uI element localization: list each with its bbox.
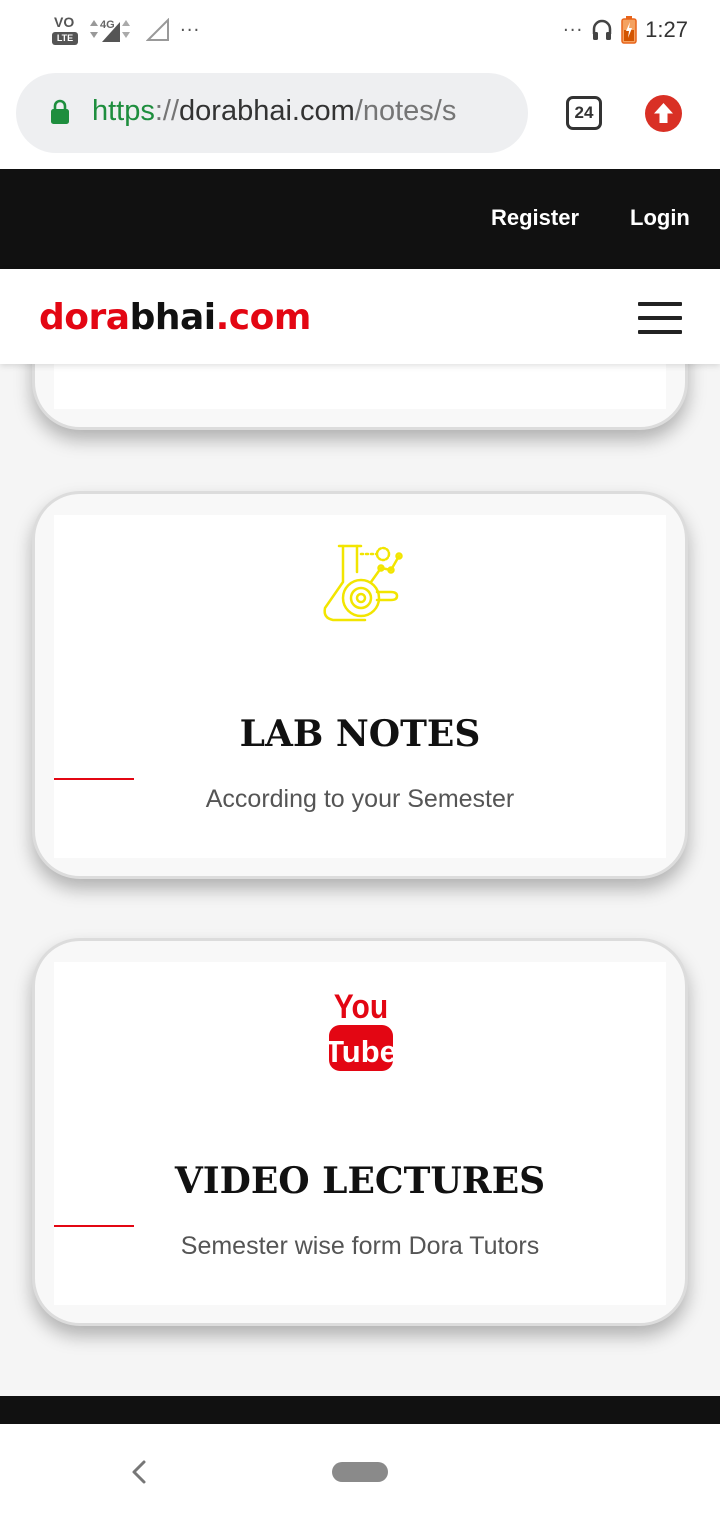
card-title: LAB NOTES [239,713,481,755]
logo-part-dora: dora [39,297,130,338]
address-bar[interactable]: https://dorabhai.com/notes/s [16,73,528,153]
system-nav-bar [0,1424,720,1520]
card-subtitle: According to your Semester [205,785,515,813]
register-link[interactable]: Register [491,205,579,231]
card-inner: You Tube VIDEO LECTURES Semester wise fo… [54,962,666,1305]
site-logo[interactable]: dorabhai.com [39,297,311,338]
card-inner [54,364,666,409]
signal-4g-icon: 4G [90,19,130,42]
tab-switcher-button[interactable]: 24 [566,96,602,130]
lab-flask-icon [323,544,403,622]
site-footer [0,1396,720,1424]
status-left: VO LTE 4G ··· [52,14,200,46]
lte-badge: LTE [52,32,78,45]
card-video-lectures[interactable]: You Tube VIDEO LECTURES Semester wise fo… [32,938,688,1326]
notification-dots: ··· [180,19,201,41]
url-text[interactable]: https://dorabhai.com/notes/s [92,95,510,131]
battery-icon [621,16,637,44]
login-link[interactable]: Login [630,205,690,231]
status-bar: VO LTE 4G ··· ··· 1:27 [0,0,720,64]
volte-label: VO [54,14,75,30]
card-subtitle: Semester wise form Dora Tutors [180,1232,540,1260]
update-icon[interactable] [645,95,682,132]
youtube-logo-you: You [334,988,388,1025]
card-title: VIDEO LECTURES [174,1160,546,1202]
site-header: dorabhai.com [0,269,720,364]
url-path: /notes/s [354,95,457,127]
browser-toolbar: https://dorabhai.com/notes/s 24 [0,64,720,169]
top-nav: Register Login [0,169,720,269]
card-partial[interactable] [32,364,688,430]
home-button[interactable] [332,1462,388,1482]
accent-line [54,778,134,780]
volte-icon: VO LTE [52,14,78,46]
main-content: LAB NOTES According to your Semester You… [0,364,720,1396]
card-inner: LAB NOTES According to your Semester [54,515,666,858]
menu-icon[interactable] [638,302,682,334]
youtube-icon: You Tube [328,988,394,1071]
more-dots: ··· [563,19,584,41]
headphones-icon [592,19,612,40]
url-scheme: https [92,95,155,127]
signal-empty-icon [146,18,169,41]
card-lab-notes[interactable]: LAB NOTES According to your Semester [32,491,688,879]
clock: 1:27 [645,17,688,42]
url-host: dorabhai.com [179,95,355,127]
network-label: 4G [100,19,115,31]
lock-icon [51,99,69,124]
url-separator: :// [154,95,180,127]
logo-part-com: .com [215,297,312,338]
back-icon[interactable] [128,1458,150,1486]
status-right: ··· 1:27 [563,16,688,44]
accent-line [54,1225,134,1227]
logo-part-bhai: bhai [129,297,217,338]
youtube-logo-tube: Tube [328,1034,394,1069]
